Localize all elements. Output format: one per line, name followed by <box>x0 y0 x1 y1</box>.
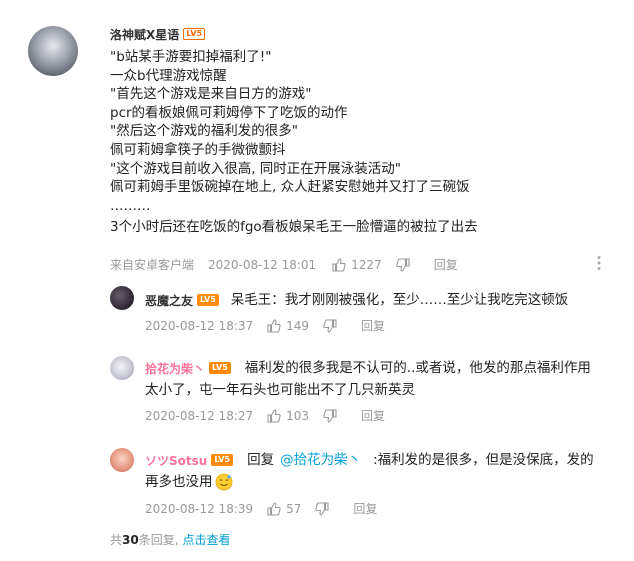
level-badge: LV5 <box>197 294 219 306</box>
thumbs-up-icon <box>267 501 281 516</box>
level-badge: LV5 <box>183 28 206 40</box>
dislike-button[interactable] <box>315 501 329 516</box>
reply-meta: 2020-08-12 18:39 57 回复 <box>145 500 377 517</box>
dislike-button[interactable] <box>396 257 410 272</box>
timestamp: 2020-08-12 18:01 <box>208 257 317 272</box>
reply-meta: 2020-08-12 18:27 103 回复 <box>145 407 385 424</box>
comment-body: "b站某手游要扣掉福利了!" 一众b代理游戏惊醒 "首先这个游戏是来自日方的游戏… <box>110 48 478 237</box>
reply-item: 拾花为柴丶 LV5 福利发的很多我是不认可的..或者说，他发的那点福利作用 太小… <box>145 358 591 400</box>
timestamp: 2020-08-12 18:37 <box>145 318 254 333</box>
more-vertical-icon[interactable] <box>596 255 602 271</box>
like-count: 103 <box>286 408 310 423</box>
comment-line: 佩可莉姆手里饭碗掉在地上, 众人赶紧安慰她并又打了三碗饭 <box>110 179 470 196</box>
reply-meta: 2020-08-12 18:37 149 回复 <box>145 317 385 334</box>
reply-button[interactable]: 回复 <box>361 407 385 424</box>
reply-text: 呆毛王：我才刚刚被强化，至少……至少让我吃完这顿饭 <box>230 292 569 308</box>
reply-item: 恶魔之友 LV5 呆毛王：我才刚刚被强化，至少……至少让我吃完这顿饭 <box>145 290 568 310</box>
username[interactable]: 洛神赋X星语 <box>110 26 179 43</box>
username[interactable]: ソツSotsu <box>145 452 207 469</box>
avatar-reply[interactable] <box>110 286 134 310</box>
mention-link[interactable]: @拾花为柴丶 <box>280 450 361 470</box>
dislike-button[interactable] <box>323 408 337 423</box>
timestamp: 2020-08-12 18:27 <box>145 408 254 423</box>
reply-text: 再多也没用 <box>145 474 213 490</box>
level-badge: LV5 <box>209 362 231 374</box>
timestamp: 2020-08-12 18:39 <box>145 501 254 516</box>
thumbs-down-icon <box>323 318 337 333</box>
reply-count: 30 <box>122 532 139 547</box>
reply-button[interactable]: 回复 <box>434 256 458 273</box>
reply-text: 太小了，屯一年石头也可能出不了几只新英灵 <box>145 382 415 398</box>
view-all-replies-link[interactable]: 点击查看 <box>183 531 231 548</box>
thumbs-down-icon <box>396 257 410 272</box>
level-badge: LV5 <box>211 454 234 466</box>
reply-button[interactable]: 回复 <box>353 500 377 517</box>
comment-line: 佩可莉姆拿筷子的手微微颤抖 <box>110 141 286 158</box>
comment-line: 3个小时后还在吃饭的fgo看板娘呆毛王一脸懵逼的被拉了出去 <box>110 219 478 236</box>
username[interactable]: 拾花为柴丶 <box>145 360 205 377</box>
dislike-button[interactable] <box>323 318 337 333</box>
smiley-emoji-icon <box>215 473 233 491</box>
avatar-main[interactable] <box>28 26 78 76</box>
comment-line: pcr的看板娘佩可莉姆停下了吃饭的动作 <box>110 104 348 121</box>
like-count: 1227 <box>351 257 382 272</box>
reply-item: ソツSotsu LV5 回复 @拾花为柴丶 :福利发的是很多，但是没保底，发的 … <box>145 450 594 492</box>
like-button[interactable]: 149 <box>267 319 309 333</box>
like-button[interactable]: 57 <box>267 502 301 516</box>
comment-line: "b站某手游要扣掉福利了!" <box>110 49 272 65</box>
reply-prefix: 回复 <box>247 452 275 468</box>
like-button[interactable]: 103 <box>267 409 309 423</box>
thumbs-up-icon <box>332 257 346 272</box>
reply-text: :福利发的是很多，但是没保底，发的 <box>373 452 594 468</box>
footer-prefix: 共 <box>110 533 123 547</box>
comment-line: "这个游戏目前收入很高, 同时正在开展泳装活动" <box>110 160 402 177</box>
main-user-header: 洛神赋X星语 LV5 <box>110 26 206 43</box>
comment-line: "然后这个游戏的福利发的很多" <box>110 123 298 140</box>
username[interactable]: 恶魔之友 <box>145 292 193 309</box>
thumbs-up-icon <box>267 408 281 423</box>
reply-count-footer: 共 30 条回复, 点击查看 <box>110 531 231 548</box>
avatar-reply[interactable] <box>110 356 134 380</box>
reply-text: 福利发的很多我是不认可的..或者说，他发的那点福利作用 <box>244 360 591 376</box>
comment-line: "首先这个游戏是来自日方的游戏" <box>110 86 312 103</box>
reply-button[interactable]: 回复 <box>361 317 385 334</box>
thumbs-down-icon <box>323 408 337 423</box>
source-label: 来自安卓客户端 <box>110 258 195 272</box>
comment-line: ……… <box>110 197 151 214</box>
like-count: 149 <box>286 318 310 333</box>
avatar-reply[interactable] <box>110 448 134 472</box>
thumbs-down-icon <box>315 501 329 516</box>
footer-suffix: 条回复, <box>138 533 179 547</box>
like-button[interactable]: 1227 <box>332 258 382 272</box>
thumbs-up-icon <box>267 318 281 333</box>
like-count: 57 <box>286 501 302 516</box>
comment-line: 一众b代理游戏惊醒 <box>110 67 227 84</box>
main-comment-meta: 来自安卓客户端 2020-08-12 18:01 1227 回复 <box>110 256 458 273</box>
